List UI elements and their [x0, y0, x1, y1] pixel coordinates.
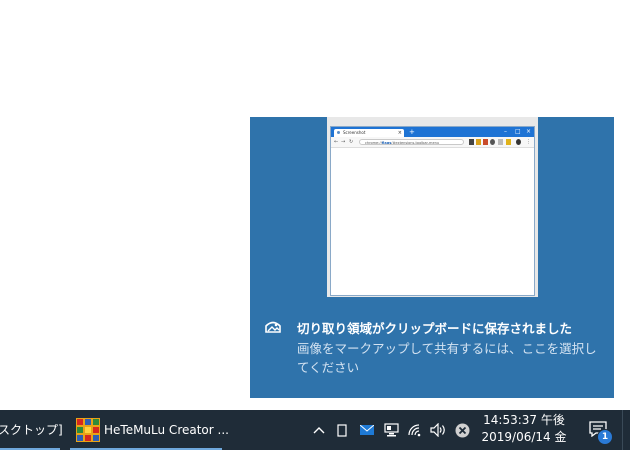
volume-icon[interactable] [428, 410, 448, 450]
profile-icon [516, 139, 521, 145]
show-desktop-button[interactable] [622, 410, 630, 450]
extension-icon [506, 139, 511, 145]
tablet-icon[interactable] [334, 410, 350, 450]
url-suffix: /#extensions-toolbar-menu [391, 141, 440, 145]
wifi-icon[interactable] [406, 410, 424, 450]
back-icon: ← [334, 139, 339, 145]
show-hidden-icons-chevron-up-icon[interactable] [310, 410, 328, 450]
extension-icon [483, 139, 488, 145]
network-pc-icon[interactable] [382, 410, 400, 450]
browser-tab-title: Screenshot [343, 130, 366, 135]
new-tab-icon: + [409, 128, 415, 136]
minimize-icon: – [504, 128, 507, 135]
photo-icon [265, 321, 281, 333]
extension-icon [476, 139, 481, 145]
extension-icon [469, 139, 474, 145]
ime-disabled-icon[interactable] [452, 410, 472, 450]
maximize-icon: □ [515, 128, 521, 135]
taskbar-item-label: HeTeMuLu Creator ... [104, 423, 229, 437]
notification-count-badge: 1 [597, 429, 613, 445]
screenshot-thumbnail[interactable]: Screenshot × + – □ × ← → ↻ chrome://flag… [327, 117, 538, 297]
mail-icon[interactable] [358, 410, 376, 450]
browser-tab: Screenshot × [334, 129, 404, 137]
url-prefix: chrome:// [365, 141, 382, 145]
hetemulu-app-icon [76, 418, 100, 442]
toast-body: 画像をマークアップして共有するには、ここを選択してください [297, 341, 597, 375]
favicon-icon [337, 131, 340, 134]
clock[interactable]: 14:53:37 午後 2019/06/14 金 [478, 412, 570, 448]
taskbar: スクトップ] HeTeMuLu Creator ... 14:53:37 午後 … [0, 410, 630, 450]
menu-icon: ⋮ [526, 139, 531, 145]
reload-icon: ↻ [349, 139, 354, 145]
toast-title: 切り取り領域がクリップボードに保存されました [297, 321, 573, 336]
tab-close-icon: × [397, 130, 402, 136]
action-center-button[interactable]: 1 [586, 410, 620, 450]
url-bold: flags [381, 141, 392, 145]
taskbar-item-label: スクトップ] [0, 423, 63, 437]
clock-time: 14:53:37 午後 [483, 413, 565, 427]
browser-window-preview: Screenshot × + – □ × ← → ↻ chrome://flag… [330, 126, 535, 296]
clock-date: 2019/06/14 金 [481, 430, 567, 444]
browser-toolbar: ← → ↻ chrome://flags/#extensions-toolbar… [331, 137, 534, 148]
extension-icon [498, 139, 503, 145]
forward-icon: → [341, 139, 346, 145]
taskbar-item-hetemulu[interactable]: HeTeMuLu Creator ... [70, 410, 229, 450]
browser-tab-bar: Screenshot × + – □ × [331, 127, 534, 137]
extension-icon [490, 139, 495, 145]
address-bar: chrome://flags/#extensions-toolbar-menu [359, 139, 464, 145]
taskbar-item-desktop[interactable]: スクトップ] [0, 410, 63, 450]
close-icon: × [526, 128, 532, 135]
